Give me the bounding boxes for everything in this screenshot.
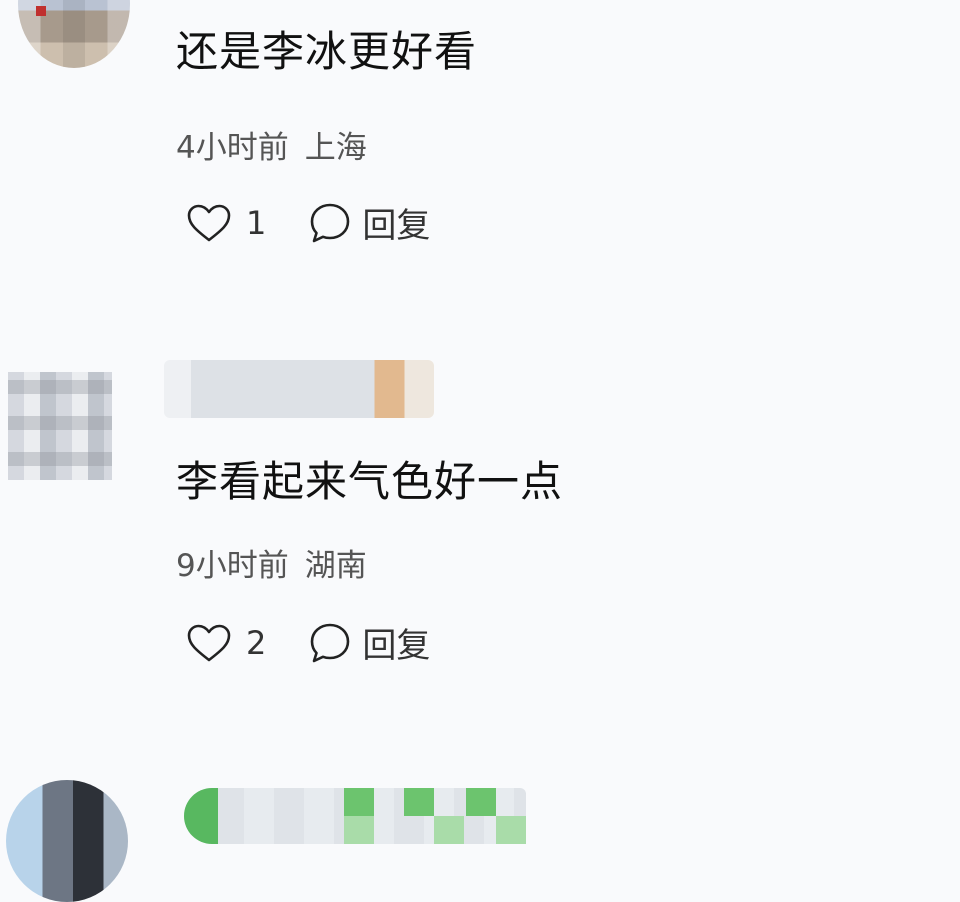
like-button[interactable]: 2: [186, 623, 266, 663]
heart-icon: [187, 624, 231, 661]
reply-button[interactable]: 回复: [308, 198, 430, 247]
comment-actions: 1 回复: [186, 198, 430, 247]
comment-time: 4小时前: [176, 130, 289, 166]
like-button[interactable]: 1: [186, 203, 266, 243]
comment-text: 还是李冰更好看: [176, 27, 478, 76]
speech-bubble-icon: [311, 623, 350, 662]
like-count: 1: [246, 203, 267, 242]
reply-label: 回复: [362, 626, 431, 666]
speech-bubble-icon: [311, 203, 350, 242]
comment-text: 李看起来气色好一点: [176, 457, 564, 506]
comment-location: 上海: [304, 130, 367, 166]
like-count: 2: [246, 623, 267, 662]
reply-label: 回复: [362, 206, 431, 246]
avatar[interactable]: [18, 0, 130, 68]
comment-meta: 9小时前 湖南: [176, 540, 367, 585]
comment-time: 9小时前: [176, 548, 289, 584]
username-blurred[interactable]: [164, 360, 434, 418]
avatar[interactable]: [8, 372, 112, 480]
heart-icon: [187, 204, 231, 241]
avatar[interactable]: [6, 780, 128, 902]
comment-meta: 4小时前 上海: [176, 122, 367, 167]
username-blurred[interactable]: [184, 788, 526, 844]
reply-button[interactable]: 回复: [308, 618, 430, 667]
comment-actions: 2 回复: [186, 618, 430, 667]
comment-location: 湖南: [304, 548, 367, 584]
